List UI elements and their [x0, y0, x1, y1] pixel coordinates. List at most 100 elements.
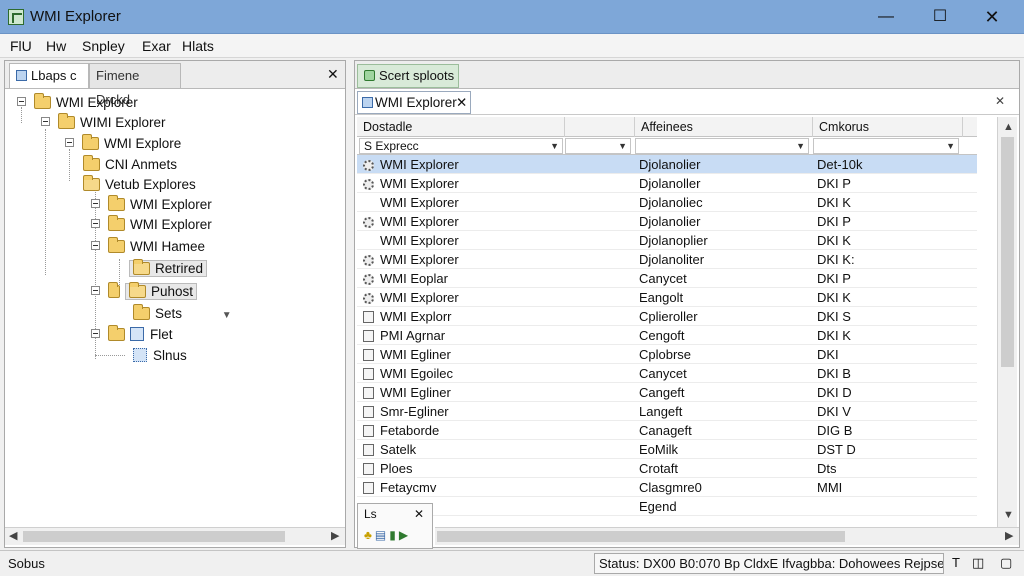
mini-panel-close-icon[interactable]: ✕	[414, 507, 424, 521]
filter-properties-input[interactable]: ▼	[813, 138, 959, 154]
refresh-icon[interactable]: ♣	[364, 528, 375, 542]
tree-item[interactable]: Vetub Explores	[83, 175, 196, 195]
table-row[interactable]: PMI Agrnar Cengoft DKI K	[357, 326, 977, 345]
scroll-right-icon[interactable]: ▶	[331, 529, 339, 542]
window-icon[interactable]: ◫	[972, 555, 984, 571]
menu-display[interactable]: Snpley	[82, 38, 125, 54]
table-row[interactable]: Fetaycmv Clasgmre0 MMI	[357, 478, 977, 497]
menu-help[interactable]: Hlats	[182, 38, 214, 54]
menu-extra[interactable]: Exar	[142, 38, 171, 54]
table-row[interactable]: Smr-Egliner Langeft DKI V	[357, 402, 977, 421]
tree-item-selected[interactable]: Retrired	[129, 259, 208, 279]
tree-item[interactable]: WMI Explore	[65, 134, 181, 154]
tree-item[interactable]: WMI Explorer	[91, 215, 212, 235]
table-row[interactable]: Fetaborde Canageft DIG B	[357, 421, 977, 440]
sets-dropdown-arrow[interactable]: ▼	[222, 310, 232, 321]
tree-item[interactable]: Puhost	[91, 282, 198, 302]
scroll-thumb[interactable]	[1001, 137, 1014, 367]
tree-item[interactable]: WMI Hamee	[91, 237, 205, 257]
filter-class-input[interactable]: ▼	[635, 138, 809, 154]
text-icon[interactable]: T	[952, 555, 960, 570]
dropdown-arrow-icon[interactable]: ▼	[618, 139, 627, 153]
scroll-thumb[interactable]	[23, 531, 285, 542]
collapse-icon[interactable]	[91, 219, 100, 228]
maximize-button[interactable]: ☐	[920, 6, 960, 28]
minimize-button[interactable]: —	[866, 6, 906, 28]
tree-item[interactable]: WMI Explorer	[91, 195, 212, 215]
dropdown-arrow-icon[interactable]: ▼	[946, 139, 955, 153]
collapse-icon[interactable]	[91, 329, 100, 338]
right-horizontal-scrollbar[interactable]: ▶	[435, 527, 1019, 545]
left-horizontal-scrollbar[interactable]: ◀ ▶	[5, 527, 345, 545]
table-row[interactable]: WMI Explorer Djolanolier DKI P	[357, 212, 977, 231]
close-button[interactable]: ✕	[972, 6, 1012, 28]
table-row[interactable]: Egend	[357, 497, 977, 516]
copy-icon[interactable]: ▤	[375, 528, 389, 542]
scroll-up-icon[interactable]: ▲	[1003, 121, 1014, 133]
cell-name: WMI Egliner	[363, 345, 633, 364]
cell-properties: DKI K:	[817, 252, 855, 267]
cell-name-text: WMI Explorer	[380, 233, 459, 248]
collapse-icon[interactable]	[91, 241, 100, 250]
scroll-down-icon[interactable]: ▼	[1003, 509, 1014, 521]
right-vertical-scrollbar[interactable]: ▲ ▼	[997, 117, 1017, 527]
tree-item[interactable]: Slnus	[133, 346, 187, 366]
chart-icon[interactable]: ▮	[389, 528, 399, 542]
tree-item[interactable]: CNI Anmets	[83, 155, 177, 175]
table-row[interactable]: WMI Explorer Djolanoplier DKI K	[357, 231, 977, 250]
open-folder-icon	[129, 282, 146, 298]
column-header-class[interactable]: Affeinees	[635, 117, 813, 137]
document-tab[interactable]: WMI Explorer ✕	[357, 91, 471, 114]
table-row[interactable]: WMI Explorer Eangolt DKI K	[357, 288, 977, 307]
resize-grip-icon[interactable]: ▢	[1000, 555, 1012, 571]
tab-namespaces[interactable]: Lbaps c	[9, 63, 89, 88]
cell-class: Canycet	[639, 271, 687, 286]
scroll-right-icon[interactable]: ▶	[1005, 529, 1013, 542]
folder-icon	[108, 325, 125, 341]
column-header-name[interactable]: Dostadle	[357, 117, 565, 137]
filter-spacer-input[interactable]: ▼	[565, 138, 631, 154]
collapse-icon[interactable]	[65, 138, 74, 147]
document-bar-close-icon[interactable]: ✕	[995, 94, 1005, 108]
tree-item[interactable]: Sets ▼	[133, 304, 232, 324]
table-row[interactable]: Satelk EoMilk DST D	[357, 440, 977, 459]
table-row[interactable]: WMI Explorer Djolanoliec DKI K	[357, 193, 977, 212]
scroll-thumb[interactable]	[437, 531, 845, 542]
collapse-icon[interactable]	[17, 97, 26, 106]
run-icon[interactable]: ▶	[399, 528, 411, 542]
table-row[interactable]: WMI Egliner Cplobrse DKI	[357, 345, 977, 364]
gear-icon	[363, 274, 374, 285]
scroll-left-icon[interactable]: ◀	[9, 529, 17, 542]
gear-icon	[363, 217, 374, 228]
menu-file[interactable]: FlU	[10, 38, 32, 54]
tree-item[interactable]: Flet	[91, 325, 173, 345]
table-row[interactable]: WMI Explorr Cplieroller DKI S	[357, 307, 977, 326]
dropdown-arrow-icon[interactable]: ▼	[550, 139, 559, 153]
column-header-properties[interactable]: Cmkorus	[813, 117, 963, 137]
cell-name: WMI Egliner	[363, 383, 633, 402]
tab-search-objects[interactable]: Scert sploots	[357, 64, 459, 88]
filter-name-input[interactable]: S Exprecc ▼	[359, 138, 563, 154]
collapse-icon[interactable]	[41, 117, 50, 126]
table-row[interactable]: WMI Eoplar Canycet DKI P	[357, 269, 977, 288]
tree-item[interactable]: WIMI Explorer	[41, 113, 166, 133]
cell-properties: DKI P	[817, 214, 851, 229]
cell-properties: DKI S	[817, 309, 851, 324]
document-tab-close-icon[interactable]: ✕	[456, 92, 467, 113]
folder-icon	[82, 134, 99, 150]
tab-filter[interactable]: Fimene Drckd	[89, 63, 181, 107]
table-row[interactable]: WMI Explorer Djolanoliter DKI K:	[357, 250, 977, 269]
left-pane-close-icon[interactable]: ✕	[327, 66, 339, 83]
collapse-icon[interactable]	[91, 286, 100, 295]
tree-item-label: WMI Explorer	[56, 95, 138, 110]
dropdown-arrow-icon[interactable]: ▼	[796, 139, 805, 153]
menu-view[interactable]: Hw	[46, 38, 66, 54]
table-row[interactable]: WMI Egoilec Canycet DKI B	[357, 364, 977, 383]
table-row[interactable]: WMI Explorer Djolanoller DKI P	[357, 174, 977, 193]
tree-item-root[interactable]: WMI Explorer	[17, 93, 138, 113]
status-left-text: Sobus	[8, 556, 45, 571]
table-row[interactable]: Ploes Crotaft Dts	[357, 459, 977, 478]
table-row-selected[interactable]: WMI Explorer Djolanolier Det-10k	[357, 155, 977, 174]
collapse-icon[interactable]	[91, 199, 100, 208]
table-row[interactable]: WMI Egliner Cangeft DKI D	[357, 383, 977, 402]
